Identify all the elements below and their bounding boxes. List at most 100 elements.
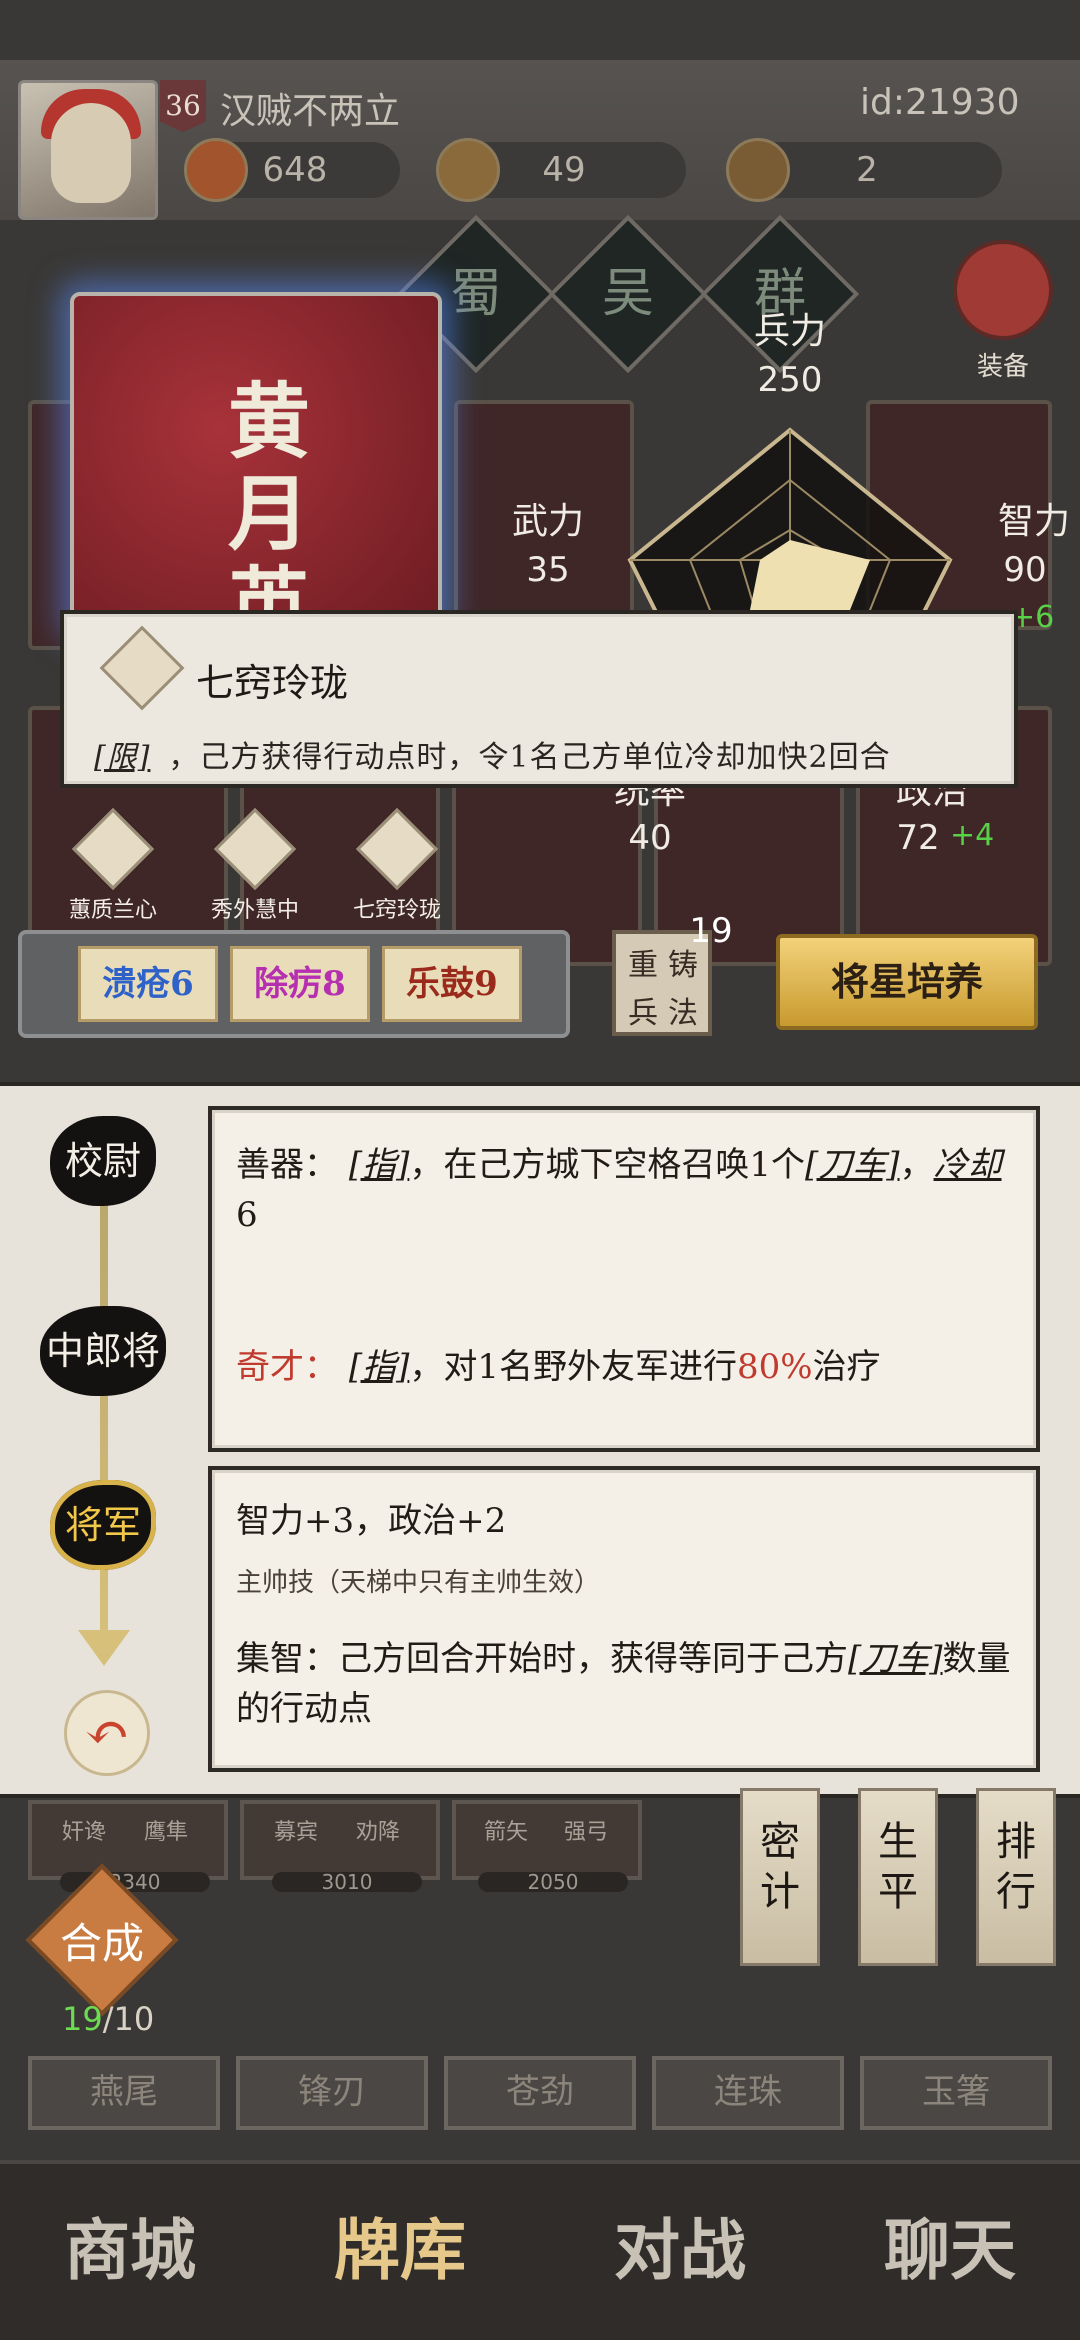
rank-zhonglangjiang[interactable]: 中郎将 [40,1306,166,1396]
card-tag: 强弓 [564,1820,609,1845]
nav-battle[interactable]: 对战 [580,2190,780,2310]
stat-troops-label: 兵力 [753,311,826,352]
lower-card[interactable]: 奸谗 鹰隼 [28,1800,228,1880]
buff-chip[interactable]: 除疠8 [230,946,370,1022]
skill-text: ，对1名野外友军进行 [409,1347,737,1387]
buff-label: 溃疮6 [102,964,194,1004]
tooltip-text: ，己方获得行动点时，令1名己方单位冷却加快2回合 [168,740,891,775]
stat-intellect-label: 智力 [997,501,1070,542]
skill-emblem-icon [99,625,185,711]
passive-label: 秀外慧中 [210,898,299,923]
nav-shop[interactable]: 商城 [30,2190,230,2310]
skill-label: 集智： [236,1639,338,1679]
buff-label: 除疠8 [254,964,346,1004]
skill-tag: [指] [348,1347,410,1387]
passive-emblem-icon [355,807,439,891]
skill-qicai: 奇才： [指]，对1名野外友军进行80%治疗 [236,1342,1016,1392]
side-button-label: 排行 [996,1819,1036,1915]
skill-cooldown-label: 冷却 [933,1145,1002,1185]
compose-count: 19/10 [62,2000,154,2038]
lower-card[interactable]: 募宾 劝降 [240,1800,440,1880]
rank-jiangjun[interactable]: 将军 [50,1480,156,1570]
passive-label: 蕙质兰心 [68,898,157,923]
nav-label: 商城 [64,2211,196,2289]
nav-label: 牌库 [334,2211,466,2289]
skill-label: 善器： [236,1145,338,1185]
stat-command-value: 40 [628,818,672,858]
passive-skill[interactable]: 秀外慧中 [190,807,320,924]
rank-arrow-icon [78,1630,130,1666]
armor-icon [953,240,1053,340]
skill-shanqi: 善器： [指]，在己方城下空格召唤1个[刀车]，冷却 6 [236,1140,1016,1240]
compose-label: 合成 [59,1919,144,1968]
passive-skill[interactable]: 七窍玲珑 [332,807,462,924]
passive-skill[interactable]: 蕙质兰心 [48,807,178,924]
player-id: id:21930 [860,82,1020,123]
ranking-button[interactable]: 排行 [976,1788,1056,1966]
rank-xiaowei[interactable]: 校尉 [50,1116,156,1206]
secret-plan-button[interactable]: 密计 [740,1788,820,1966]
skill-box-2: 智力+3，政治+2 主帅技（天梯中只有主帅生效） 集智：己方回合开始时，获得等同… [208,1466,1040,1772]
tab-yanwei[interactable]: 燕尾 [28,2056,220,2130]
player-name: 汉贼不两立 [220,91,401,132]
nav-label: 聊天 [884,2211,1016,2289]
equip-label: 装备 [976,352,1029,382]
stat-politics-value: 72 [896,818,940,858]
recast-count: 19 [689,911,733,951]
skill-sep: ， [899,1145,934,1185]
recast-char: 重 [628,948,658,983]
back-arrow-icon[interactable]: ↶ [64,1690,150,1776]
skill-unit: [刀车] [848,1639,943,1679]
leader-skill-note: 主帅技（天梯中只有主帅生效） [236,1568,601,1598]
lower-card[interactable]: 箭矢 强弓 [452,1800,642,1880]
player-avatar[interactable] [18,80,158,220]
resource-value: 49 [542,150,586,190]
biography-button[interactable]: 生平 [858,1788,938,1966]
compose-total: /10 [102,2000,155,2038]
tab-yuzhu[interactable]: 玉箸 [860,2056,1052,2130]
equip-button[interactable]: 装备 [948,240,1058,390]
skill-unit: [刀车] [804,1145,900,1185]
card-hp: 2050 [478,1872,628,1892]
tooltip-title: 七窍玲珑 [196,661,349,705]
stat-troops-value: 250 [757,360,823,400]
skill-text: ，在己方城下空格召唤1个 [409,1145,805,1185]
side-button-label: 密计 [760,1819,800,1915]
passive-emblem-icon [213,807,297,891]
tooltip-desc: [限] ，己方获得行动点时，令1名己方单位冷却加快2回合 [94,732,891,776]
coin-token-icon [726,138,790,202]
resource-hero[interactable]: 49 [436,138,686,202]
skill-text-end: 治疗 [812,1347,881,1387]
card-tag: 募宾 [274,1820,319,1845]
side-button-label: 生平 [878,1819,918,1915]
skill-tooltip: 七窍玲珑 [限] ，己方获得行动点时，令1名己方单位冷却加快2回合 [60,610,1018,788]
nav-label: 对战 [614,2211,746,2289]
star-cultivate-button[interactable]: 将星培养 [776,934,1038,1030]
recast-char: 法 [668,996,698,1031]
stat-force-value: 35 [526,550,570,590]
hero-card[interactable]: 黄月英 [70,292,442,652]
nav-chat[interactable]: 聊天 [850,2190,1050,2310]
faction-label: 吴 [601,264,654,324]
card-tag: 奸谗 [62,1820,107,1845]
nav-cardlib[interactable]: 牌库 [300,2190,500,2310]
faction-tab-wu[interactable]: 吴 [548,214,708,374]
tab-fengren[interactable]: 锋刃 [236,2056,428,2130]
tab-cangjin[interactable]: 苍劲 [444,2056,636,2130]
resource-coin[interactable]: 2 [726,138,1002,202]
tab-lianzhu[interactable]: 连珠 [652,2056,844,2130]
card-tag: 箭矢 [484,1820,529,1845]
skill-cooldown-value: 6 [236,1195,258,1235]
stat-bonus-text: 智力+3，政治+2 [236,1501,507,1541]
stat-intellect-value: 90 [1003,550,1047,590]
hero-token-icon [436,138,500,202]
passive-emblem-icon [71,807,155,891]
buff-chip[interactable]: 溃疮6 [78,946,218,1022]
skill-jizhi: 集智：己方回合开始时，获得等同于己方[刀车]数量的行动点 [236,1634,1016,1734]
buff-chip[interactable]: 乐鼓9 [382,946,522,1022]
recast-char: 兵 [628,996,658,1031]
card-tag: 鹰隼 [144,1820,189,1845]
stat-politics-bonus: +4 [950,818,995,853]
player-level-badge: 36 [160,80,206,132]
resource-sword[interactable]: 648 [184,138,400,202]
